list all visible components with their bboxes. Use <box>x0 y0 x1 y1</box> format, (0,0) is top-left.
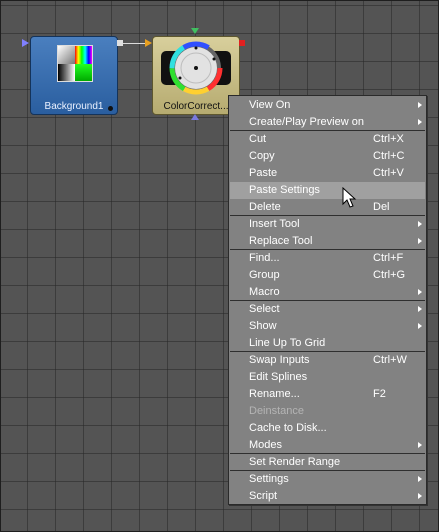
submenu-arrow-icon <box>418 221 422 227</box>
menu-item-replace-tool[interactable]: Replace Tool <box>230 233 425 250</box>
menu-item-modes[interactable]: Modes <box>230 437 425 454</box>
menu-item-paste-settings[interactable]: Paste Settings <box>230 182 425 199</box>
submenu-arrow-icon <box>418 289 422 295</box>
menu-item-select[interactable]: Select <box>230 301 425 318</box>
menu-item-create-play-preview-on[interactable]: Create/Play Preview on <box>230 114 425 131</box>
submenu-arrow-icon <box>418 442 422 448</box>
submenu-arrow-icon <box>418 476 422 482</box>
menu-item-label: Find... <box>249 252 280 264</box>
menu-item-shortcut: Ctrl+F <box>373 252 404 264</box>
submenu-arrow-icon <box>418 119 422 125</box>
menu-item-insert-tool[interactable]: Insert Tool <box>230 216 425 233</box>
menu-item-label: Paste <box>249 167 278 179</box>
submenu-arrow-icon <box>418 323 422 329</box>
background-node[interactable]: Background1 <box>30 36 118 115</box>
menu-item-label: Modes <box>249 439 283 451</box>
menu-item-label: Replace Tool <box>249 235 313 247</box>
connection-line[interactable] <box>123 43 147 44</box>
background-node-label: Background1 <box>44 101 104 112</box>
menu-item-find[interactable]: Find... Ctrl+F <box>230 250 425 267</box>
menu-item-label: Copy <box>249 150 275 162</box>
submenu-arrow-icon <box>418 493 422 499</box>
menu-item-group[interactable]: Group Ctrl+G <box>230 267 425 284</box>
menu-item-line-up-to-grid[interactable]: Line Up To Grid <box>230 335 425 352</box>
menu-item-shortcut: Ctrl+C <box>373 150 405 162</box>
menu-item-shortcut: Ctrl+X <box>373 133 404 145</box>
menu-item-deinstance: Deinstance <box>230 403 425 420</box>
menu-item-label: Deinstance <box>249 405 305 417</box>
menu-item-label: Rename... <box>249 388 300 400</box>
menu-item-paste[interactable]: Paste Ctrl+V <box>230 165 425 182</box>
menu-item-label: Create/Play Preview on <box>249 116 364 128</box>
menu-item-label: Show <box>249 320 277 332</box>
menu-item-edit-splines[interactable]: Edit Splines <box>230 369 425 386</box>
menu-item-rename[interactable]: Rename... F2 <box>230 386 425 403</box>
menu-item-copy[interactable]: Copy Ctrl+C <box>230 148 425 165</box>
menu-item-label: Insert Tool <box>249 218 300 230</box>
color-correct-node-label: ColorCorrect... <box>163 101 229 112</box>
submenu-arrow-icon <box>418 102 422 108</box>
menu-item-macro[interactable]: Macro <box>230 284 425 301</box>
color-wheel-icon <box>161 41 231 95</box>
mouse-cursor-icon <box>342 187 357 208</box>
menu-item-cut[interactable]: Cut Ctrl+X <box>230 131 425 148</box>
background-input-port[interactable] <box>22 39 29 47</box>
menu-item-label: Edit Splines <box>249 371 308 383</box>
submenu-arrow-icon <box>418 238 422 244</box>
context-menu: View On Create/Play Preview on Cut Ctrl+X Co… <box>228 95 427 505</box>
menu-item-delete[interactable]: Delete Del <box>230 199 425 216</box>
menu-item-set-render-range[interactable]: Set Render Range <box>230 454 425 471</box>
menu-item-swap-inputs[interactable]: Swap Inputs Ctrl+W <box>230 352 425 369</box>
menu-item-label: Group <box>249 269 280 281</box>
menu-item-label: Script <box>249 490 278 502</box>
color-correct-node[interactable]: ColorCorrect... <box>152 36 240 115</box>
menu-item-label: Settings <box>249 473 289 485</box>
menu-item-shortcut: Ctrl+V <box>373 167 404 179</box>
menu-item-label: Cache to Disk... <box>249 422 327 434</box>
menu-item-shortcut: Del <box>373 201 390 213</box>
menu-item-label: Delete <box>249 201 281 213</box>
menu-item-label: Line Up To Grid <box>249 337 326 349</box>
menu-item-show[interactable]: Show <box>230 318 425 335</box>
menu-item-script[interactable]: Script <box>230 488 425 505</box>
color-correct-effect-mask-port[interactable] <box>191 28 199 34</box>
menu-item-shortcut: Ctrl+G <box>373 269 406 281</box>
flow-canvas[interactable]: Background1 ColorCorrect... View On Creat… <box>0 0 439 532</box>
menu-item-shortcut: Ctrl+W <box>373 354 407 366</box>
color-correct-input-port[interactable] <box>145 39 152 47</box>
menu-item-label: Macro <box>249 286 280 298</box>
menu-item-label: Paste Settings <box>249 184 320 196</box>
menu-item-label: Swap Inputs <box>249 354 310 366</box>
menu-item-shortcut: F2 <box>373 388 386 400</box>
menu-item-label: Cut <box>249 133 267 145</box>
menu-item-cache-to-disk[interactable]: Cache to Disk... <box>230 420 425 437</box>
submenu-arrow-icon <box>418 306 422 312</box>
menu-item-label: Set Render Range <box>249 456 341 468</box>
color-correct-mask-port[interactable] <box>191 114 199 120</box>
menu-item-label: Select <box>249 303 280 315</box>
menu-item-label: View On <box>249 99 291 111</box>
menu-item-view-on[interactable]: View On <box>230 97 425 114</box>
color-correct-output-port[interactable] <box>239 40 245 46</box>
gradient-swatch-icon <box>57 45 93 82</box>
menu-item-settings[interactable]: Settings <box>230 471 425 488</box>
